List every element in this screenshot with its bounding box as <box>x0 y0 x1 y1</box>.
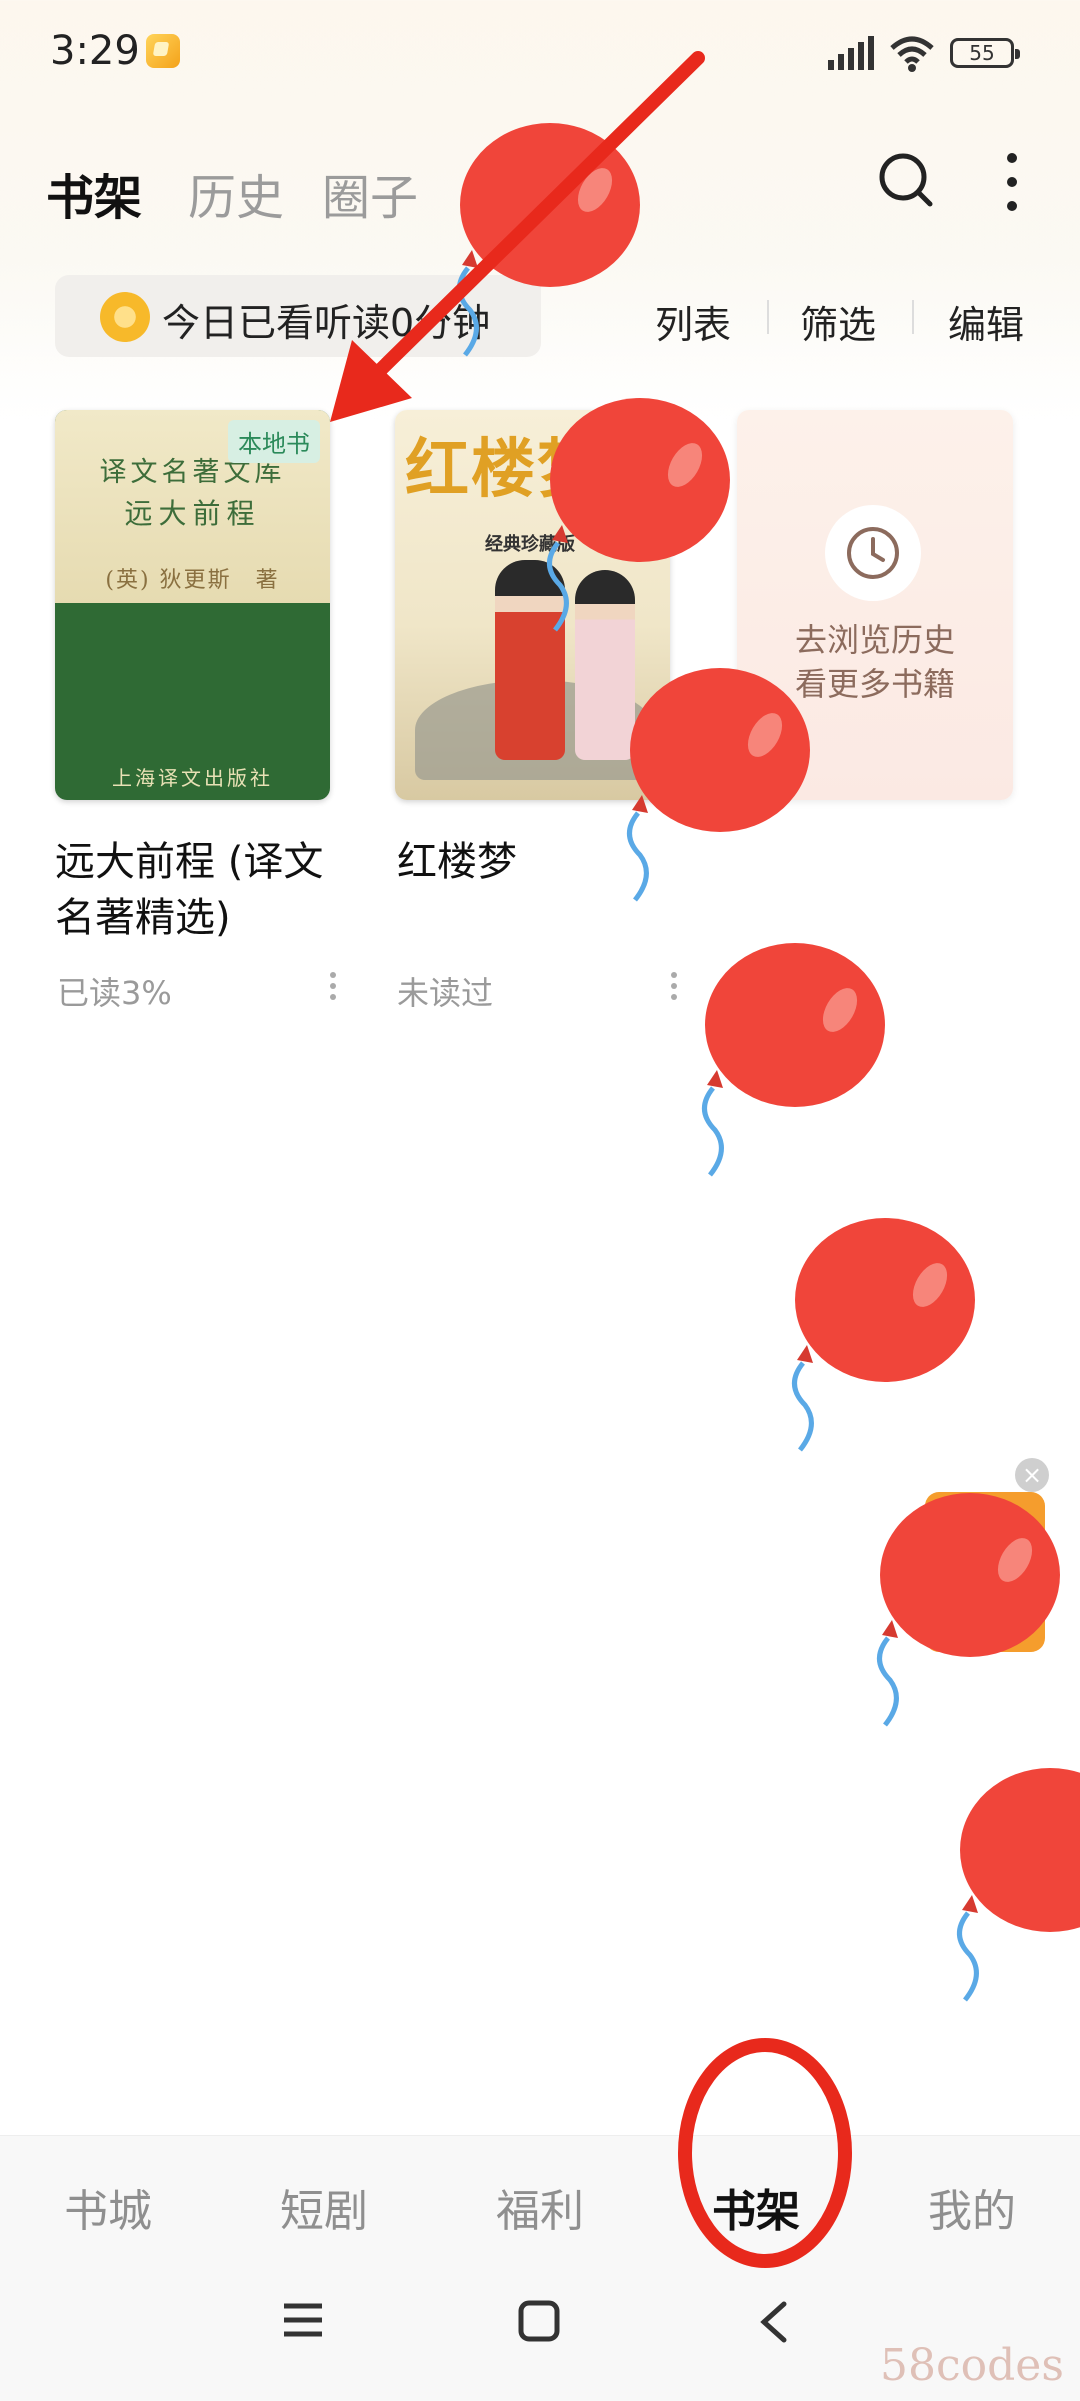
toolbar-divider <box>767 300 769 334</box>
watermark-text: 58codes <box>880 2340 1064 2391</box>
annotation-circle <box>678 2038 852 2268</box>
nav-welfare[interactable]: 福利 <box>432 2175 648 2239</box>
cover-author-text: (英) 狄更斯 著 <box>105 568 280 593</box>
back-icon[interactable] <box>758 2300 790 2344</box>
filter-button[interactable]: 筛选 <box>800 294 876 349</box>
coin-icon <box>100 292 150 342</box>
status-time: 3:29 <box>50 28 140 74</box>
nav-short-drama[interactable]: 短剧 <box>216 2175 432 2239</box>
balloon-icon <box>957 1768 1080 2002</box>
wifi-icon <box>890 36 934 72</box>
book-title[interactable]: 远大前程 (译文名著精选) <box>55 834 345 946</box>
toolbar-divider <box>912 300 914 334</box>
nav-me[interactable]: 我的 <box>864 2175 1080 2239</box>
battery-indicator: 55 <box>950 38 1020 68</box>
menu-icon[interactable] <box>282 2300 324 2340</box>
tab-bookshelf[interactable]: 书架 <box>46 158 142 228</box>
reading-progress: 未读过 <box>397 974 494 1012</box>
clock-icon <box>847 527 899 579</box>
signal-icon <box>828 36 874 70</box>
tab-history[interactable]: 历史 <box>188 158 284 228</box>
balloon-icon <box>702 943 885 1177</box>
cover-publisher-text: 上海译文出版社 <box>112 766 273 790</box>
nav-bookstore[interactable]: 书城 <box>0 2175 216 2239</box>
balloon-icon <box>792 1218 975 1452</box>
app-notification-icon <box>146 34 180 68</box>
home-icon[interactable] <box>518 2300 560 2342</box>
book-more-icon[interactable] <box>330 970 336 1002</box>
book-cover-great-expectations[interactable]: 译文名著文库 远大前程 (英) 狄更斯 著 上海译文出版社 本地书 <box>55 410 330 800</box>
search-icon[interactable] <box>876 150 936 210</box>
balloon-icon <box>627 668 810 902</box>
balloon-icon <box>877 1493 1060 1727</box>
cover-title-text: 远大前程 <box>124 497 261 530</box>
annotation-arrow <box>330 51 705 422</box>
reading-progress: 已读3% <box>57 974 172 1012</box>
more-icon[interactable] <box>1000 150 1024 214</box>
edit-button[interactable]: 编辑 <box>948 294 1024 349</box>
